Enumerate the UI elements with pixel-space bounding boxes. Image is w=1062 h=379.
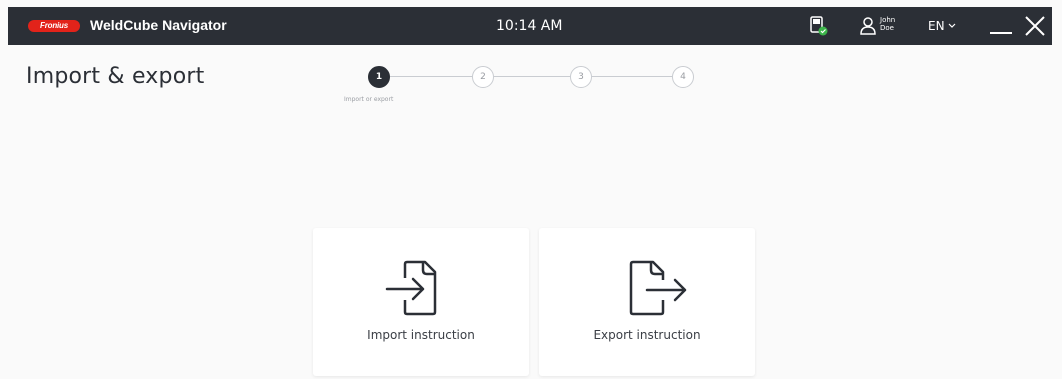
- step-connector: [592, 76, 672, 77]
- user-last-name: Doe: [880, 24, 894, 32]
- page-title: Import & export: [26, 64, 205, 89]
- step-connector: [390, 76, 472, 77]
- user-icon[interactable]: [860, 16, 876, 36]
- stepper: 1 2 3 4 Import or export: [338, 62, 718, 112]
- export-file-icon: [629, 260, 687, 316]
- export-instruction-card[interactable]: Export instruction: [539, 228, 755, 376]
- step-1: 1: [368, 66, 390, 88]
- app-title: WeldCube Navigator: [90, 17, 227, 33]
- step-caption: Import or export: [344, 96, 394, 103]
- user-name[interactable]: John Doe: [880, 16, 895, 32]
- step-4: 4: [672, 66, 694, 88]
- step-2: 2: [472, 66, 494, 88]
- clock: 10:14 AM: [496, 18, 563, 34]
- language-label: EN: [928, 19, 945, 33]
- user-first-name: John: [880, 16, 896, 24]
- import-file-icon: [385, 260, 437, 316]
- language-selector[interactable]: EN: [928, 19, 956, 33]
- export-instruction-label: Export instruction: [593, 328, 701, 342]
- minimize-button[interactable]: [990, 32, 1012, 34]
- top-bar: Fronius WeldCube Navigator 10:14 AM John…: [8, 7, 1052, 45]
- step-3: 3: [570, 66, 592, 88]
- close-icon[interactable]: [1024, 15, 1046, 37]
- fronius-logo: Fronius: [28, 20, 80, 32]
- import-instruction-label: Import instruction: [367, 328, 475, 342]
- import-instruction-card[interactable]: Import instruction: [313, 228, 529, 376]
- step-connector: [494, 76, 570, 77]
- device-connected-icon[interactable]: [810, 16, 828, 36]
- chevron-down-icon: [948, 23, 955, 28]
